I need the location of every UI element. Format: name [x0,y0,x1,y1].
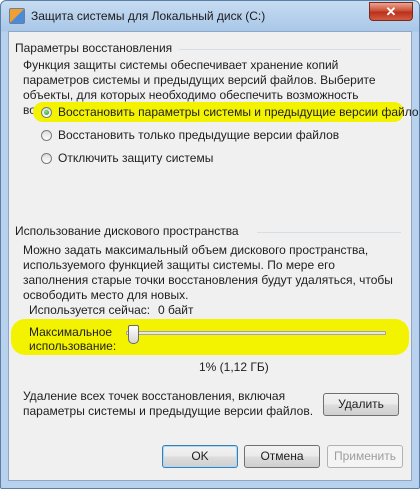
current-usage-value: 0 байт [158,303,194,317]
dialog-window: Защита системы для Локальный диск (C:) ✕… [0,0,420,489]
ok-button[interactable]: OK [162,445,238,468]
disk-usage-description: Можно задать максимальный объем дисковог… [23,243,393,302]
max-usage-label: Максимальное использование: [29,325,116,353]
radio-label: Отключить защиту системы [58,151,214,165]
max-usage-label-line2: использование: [29,339,117,353]
max-usage-slider-track[interactable] [126,331,386,335]
system-protection-icon [9,8,25,24]
cancel-button[interactable]: Отмена [244,445,320,468]
radio-button-checked[interactable] [41,107,52,118]
dialog-client-area: Параметры восстановления Функция защиты … [8,31,419,481]
group-divider [179,49,401,50]
group-divider [257,232,401,233]
disk-usage-group-title: Использование дискового пространства [15,224,239,238]
apply-button: Применить [327,445,403,468]
radio-label: Восстановить параметры системы и предыду… [58,105,420,119]
max-usage-slider-thumb[interactable] [128,325,140,344]
title-bar[interactable]: Защита системы для Локальный диск (C:) ✕ [1,1,419,31]
radio-label: Восстановить только предыдущие версии фа… [58,128,340,142]
radio-button[interactable] [41,153,52,164]
delete-points-description: Удаление всех точек восстановления, вклю… [23,389,314,418]
max-usage-value: 1% (1,12 ГБ) [199,360,269,374]
delete-button[interactable]: Удалить [323,393,399,416]
restore-settings-group-title: Параметры восстановления [15,41,173,55]
window-title: Защита системы для Локальный диск (C:) [31,9,266,23]
radio-button[interactable] [41,130,52,141]
close-button[interactable]: ✕ [369,2,413,21]
current-usage-label: Используется сейчас: [29,303,151,317]
max-usage-label-line1: Максимальное [29,325,113,339]
